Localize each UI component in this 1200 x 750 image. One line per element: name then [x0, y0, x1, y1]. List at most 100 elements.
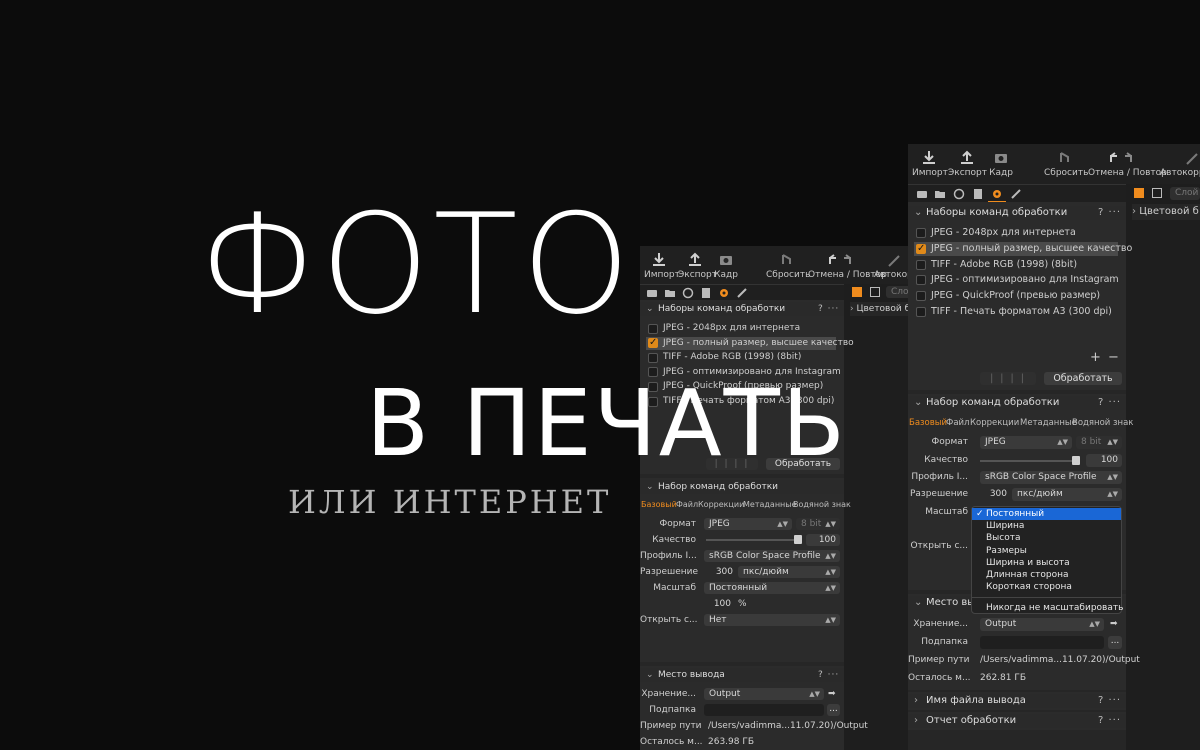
profile-select[interactable]: sRGB Color Space Profile ▲▼ — [980, 471, 1122, 484]
auto-adjust-button[interactable]: Автокорре — [874, 252, 910, 280]
single-view-icon[interactable] — [1152, 188, 1162, 198]
output-header[interactable]: ⌄ Место вывода ? ··· — [640, 668, 844, 682]
recipe-settings-header[interactable]: ⌄ Набор команд обработки ? ··· — [908, 396, 1126, 410]
undo-redo-button[interactable]: Отмена / Повтор — [1088, 150, 1167, 178]
camera-tab-icon[interactable] — [646, 287, 658, 299]
scale-select[interactable]: Постоянный ▲▼ — [704, 582, 840, 594]
checklist-tab-icon[interactable] — [700, 287, 712, 299]
bit-depth-select[interactable]: 8 bit ▲▼ — [1076, 436, 1122, 449]
recipe-item[interactable]: JPEG - 2048px для интернета — [914, 226, 1118, 240]
tab-basic[interactable]: Базовый — [641, 500, 677, 509]
folder-tab-icon[interactable] — [934, 188, 946, 200]
import-button[interactable]: Импорт — [644, 252, 680, 280]
recipes-header[interactable]: ⌄ Наборы команд обработки ? ··· — [640, 302, 844, 316]
gear-tab-icon[interactable] — [718, 287, 730, 299]
gear-tab-icon[interactable] — [991, 188, 1003, 200]
scale-menu-item[interactable]: ✓ Постоянный — [972, 508, 1121, 521]
scale-percent-input[interactable]: 100 — [704, 598, 734, 610]
grid-view-icon[interactable] — [852, 287, 862, 297]
recipes-header[interactable]: ⌄ Наборы команд обработки ? ··· — [908, 206, 1126, 220]
help-menu-icon[interactable]: ? ··· — [1098, 694, 1121, 708]
scale-menu-item[interactable]: Высота — [972, 532, 1121, 544]
recipe-checkbox[interactable] — [916, 275, 926, 286]
tab-adjustments[interactable]: Коррекции — [970, 418, 1019, 428]
folder-browse-button[interactable]: ... — [827, 704, 840, 716]
report-header[interactable]: › Отчет обработки ? ··· — [908, 714, 1126, 728]
crop-button[interactable]: Кадр — [988, 150, 1014, 178]
scale-menu-item[interactable]: Ширина — [972, 520, 1121, 532]
scroll-pager[interactable]: | | | | — [980, 372, 1036, 385]
menu-item-never-scale[interactable]: Никогда не масштабировать — [972, 602, 1123, 614]
tab-metadata[interactable]: Метаданные — [1020, 418, 1077, 428]
slider-knob[interactable] — [1072, 456, 1080, 465]
quality-input[interactable]: 100 — [1086, 454, 1122, 467]
undo-redo-button[interactable]: Отмена / Повтор — [808, 252, 887, 280]
layer-field[interactable]: Слой — [886, 286, 910, 298]
recipe-checkbox[interactable] — [916, 307, 926, 317]
tab-watermark[interactable]: Водяной знак — [793, 500, 851, 509]
folder-input[interactable] — [704, 704, 824, 716]
recipe-item[interactable]: JPEG - полный размер, высшее качество — [914, 241, 1132, 256]
checklist-tab-icon[interactable] — [972, 188, 984, 200]
tab-watermark[interactable]: Водяной знак — [1072, 418, 1133, 428]
add-recipe-button[interactable]: + — [1090, 350, 1101, 365]
recipe-checkbox[interactable] — [916, 291, 926, 302]
process-button[interactable]: Обработать — [1044, 372, 1122, 385]
resolution-unit-select[interactable]: пкс/дюйм ▲▼ — [738, 566, 840, 578]
recipe-checkbox[interactable] — [916, 242, 926, 256]
recipe-item[interactable]: TIFF - Adobe RGB (1998) (8bit) — [646, 351, 836, 364]
tab-basic[interactable]: Базовый — [909, 418, 947, 428]
recipe-item[interactable]: TIFF - Adobe RGB (1998) (8bit) — [914, 258, 1118, 272]
color-balance-tab[interactable]: › Цветовой б — [850, 302, 910, 316]
import-button[interactable]: Импорт — [912, 150, 948, 178]
slider-knob[interactable] — [794, 535, 802, 544]
grid-view-icon[interactable] — [1134, 188, 1144, 198]
tab-file[interactable]: Файл — [676, 500, 698, 509]
single-view-icon[interactable] — [870, 287, 880, 297]
recipe-settings-header[interactable]: ⌄ Набор команд обработки — [640, 480, 844, 494]
help-menu-icon[interactable]: ? ··· — [1098, 714, 1121, 728]
reset-button[interactable]: Сбросить — [1044, 150, 1088, 178]
brush-tab-icon[interactable] — [736, 287, 748, 299]
recipe-item[interactable]: JPEG - оптимизировано для Instagram — [914, 273, 1119, 287]
arrow-right-icon[interactable]: ➡ — [1110, 618, 1118, 631]
profile-select[interactable]: sRGB Color Space Profile ▲▼ — [704, 550, 840, 562]
camera-tab-icon[interactable] — [916, 188, 928, 200]
folder-tab-icon[interactable] — [664, 287, 676, 299]
open-with-select[interactable]: Нет ▲▼ — [704, 614, 840, 626]
color-tab-icon[interactable] — [953, 188, 965, 200]
help-menu-icon[interactable]: ? ··· — [1098, 206, 1121, 220]
recipe-checkbox[interactable] — [648, 323, 658, 334]
resolution-input[interactable]: 300 — [980, 488, 1010, 501]
scale-menu-item[interactable]: Длинная сторона — [972, 569, 1121, 581]
bit-depth-select[interactable]: 8 bit ▲▼ — [796, 518, 840, 530]
recipe-checkbox[interactable] — [648, 352, 658, 363]
help-menu-icon[interactable]: ? ··· — [1098, 396, 1121, 410]
resolution-input[interactable]: 300 — [704, 566, 736, 578]
format-select[interactable]: JPEG ▲▼ — [704, 518, 792, 530]
color-tab-icon[interactable] — [682, 287, 694, 299]
tab-file[interactable]: Файл — [946, 418, 969, 428]
help-menu-icon[interactable]: ? ··· — [818, 668, 839, 682]
folder-browse-button[interactable]: ... — [1108, 636, 1122, 649]
recipe-item[interactable]: JPEG - 2048px для интернета — [646, 322, 836, 335]
recipe-checkbox[interactable] — [916, 259, 926, 270]
reset-button[interactable]: Сбросить — [766, 252, 810, 280]
recipe-item[interactable]: JPEG - QuickProof (превью размер) — [914, 289, 1118, 303]
color-balance-tab[interactable]: › Цветовой б — [1132, 204, 1200, 220]
recipe-item[interactable]: JPEG - полный размер, высшее качество — [646, 336, 854, 350]
storage-select[interactable]: Output ▲▼ — [980, 618, 1104, 631]
remove-recipe-button[interactable]: − — [1108, 350, 1119, 365]
export-button[interactable]: Экспорт — [948, 150, 987, 178]
scale-menu-item[interactable]: Ширина и высота — [972, 557, 1121, 569]
help-menu-icon[interactable]: ? ··· — [818, 302, 839, 316]
recipe-item[interactable]: TIFF - Печать форматом А3 (300 dpi) — [914, 305, 1118, 319]
scale-menu-item[interactable]: Размеры — [972, 545, 1121, 557]
recipe-checkbox[interactable] — [916, 228, 926, 238]
storage-select[interactable]: Output ▲▼ — [704, 688, 824, 700]
arrow-right-icon[interactable]: ➡ — [828, 688, 836, 700]
crop-button[interactable]: Кадр — [714, 252, 738, 280]
layer-field[interactable]: Слой — [1170, 187, 1200, 200]
tab-adjustments[interactable]: Коррекции — [698, 500, 744, 509]
tab-metadata[interactable]: Метаданные — [743, 500, 797, 509]
